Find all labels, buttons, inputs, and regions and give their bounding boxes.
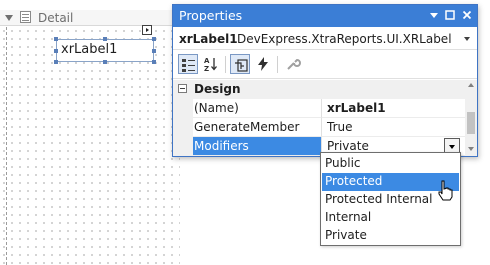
category-label: Design — [194, 82, 241, 96]
property-row-generatemember[interactable]: GenerateMember True — [173, 118, 465, 137]
properties-toolbar: A Z — [173, 51, 477, 79]
resize-handle-bottom-left[interactable] — [54, 60, 58, 64]
resize-handle-top[interactable] — [103, 37, 107, 41]
alphabetical-icon[interactable]: A Z — [201, 54, 221, 74]
category-design[interactable]: Design — [173, 80, 465, 99]
property-grid: Design (Name) xrLabel1 GenerateMember Tr… — [173, 80, 465, 156]
vertical-scrollbar[interactable] — [465, 80, 477, 156]
events-icon[interactable] — [253, 54, 273, 74]
smart-tag-icon[interactable] — [142, 25, 152, 35]
band-collapse-icon[interactable] — [5, 15, 13, 21]
maximize-icon[interactable] — [443, 8, 457, 22]
option-private[interactable]: Private — [322, 227, 459, 245]
xrlabel-control[interactable]: xrLabel1 — [56, 39, 154, 62]
wrench-icon[interactable] — [283, 54, 303, 74]
property-name: GenerateMember — [193, 118, 321, 137]
detail-band-header[interactable]: Detail — [0, 10, 180, 26]
xrlabel-text: xrLabel1 — [61, 42, 118, 57]
property-value[interactable]: True — [321, 118, 465, 137]
option-internal[interactable]: Internal — [322, 209, 459, 227]
resize-handle-right[interactable] — [152, 49, 156, 53]
property-name: (Name) — [193, 99, 321, 118]
scroll-up-icon[interactable] — [468, 83, 474, 87]
properties-icon[interactable] — [230, 54, 250, 74]
row-gutter — [173, 118, 193, 137]
resize-handle-bottom-right[interactable] — [152, 60, 156, 64]
option-public[interactable]: Public — [322, 155, 459, 173]
band-label: Detail — [38, 11, 74, 25]
object-name: xrLabel1 — [179, 32, 238, 46]
resize-handle-top-left[interactable] — [54, 37, 58, 41]
resize-handle-top-right[interactable] — [152, 37, 156, 41]
row-gutter — [173, 99, 193, 118]
window-menu-icon[interactable] — [427, 8, 441, 22]
property-name: Modifiers — [193, 137, 321, 156]
band-icon — [20, 11, 31, 23]
object-selector[interactable]: xrLabel1 DevExpress.XtraReports.UI.XRLab… — [173, 28, 477, 50]
close-icon[interactable] — [460, 8, 474, 22]
properties-window: Properties xrLabel1 DevExpress.XtraRepor… — [172, 4, 478, 157]
categorized-icon[interactable] — [178, 54, 198, 74]
resize-handle-left[interactable] — [54, 49, 58, 53]
margin-line — [6, 27, 7, 265]
toolbar-separator — [277, 56, 278, 73]
toolbar-separator — [225, 56, 226, 73]
properties-titlebar[interactable]: Properties — [173, 5, 477, 27]
svg-text:Z: Z — [204, 65, 209, 72]
hand-cursor-icon — [438, 180, 453, 201]
svg-text:A: A — [204, 57, 210, 65]
property-value[interactable]: xrLabel1 — [321, 99, 465, 118]
scroll-thumb[interactable] — [467, 112, 475, 134]
properties-title: Properties — [179, 8, 243, 23]
object-type: DevExpress.XtraReports.UI.XRLabel — [237, 32, 452, 46]
row-gutter — [173, 137, 193, 156]
resize-handle-bottom[interactable] — [103, 60, 107, 64]
chevron-down-icon[interactable] — [464, 37, 470, 41]
property-row-name[interactable]: (Name) xrLabel1 — [173, 99, 465, 118]
modifiers-value: Private — [327, 139, 369, 153]
collapse-icon[interactable] — [178, 84, 187, 93]
scroll-down-icon[interactable] — [468, 147, 474, 151]
